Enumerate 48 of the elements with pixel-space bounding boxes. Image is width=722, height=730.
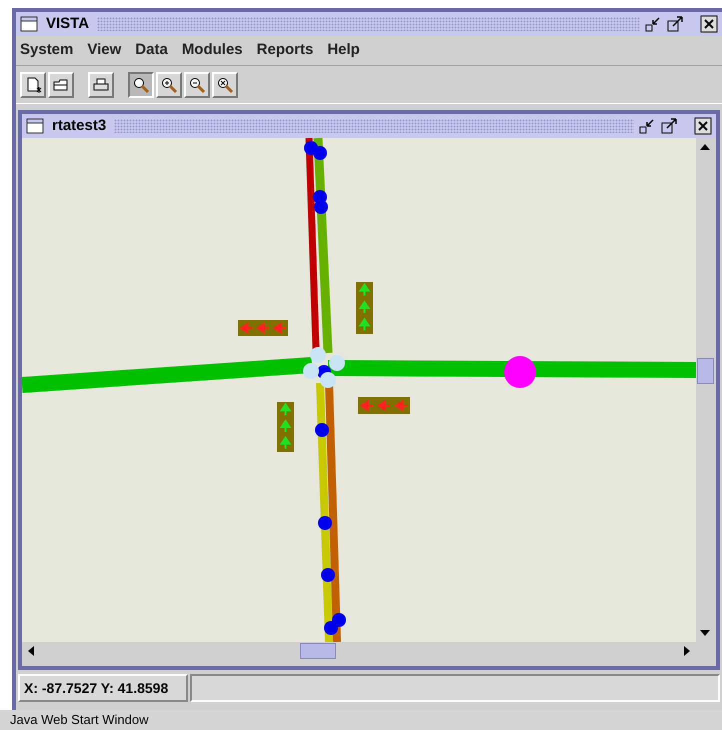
minimize-button[interactable]: [638, 117, 656, 135]
coordinates-readout: X: -87.7527 Y: 41.8598: [18, 674, 188, 702]
incident-marker: [504, 356, 536, 388]
maximize-button[interactable]: [666, 15, 684, 33]
detector-circle: [310, 347, 326, 363]
vehicle-dot: [318, 516, 332, 530]
window-title: rtatest3: [51, 116, 108, 136]
magnifier-icon: [132, 76, 150, 94]
signal-head: [277, 402, 294, 452]
minimize-icon: [638, 117, 656, 135]
menu-item[interactable]: View: [87, 39, 122, 62]
window-icon: [20, 16, 38, 32]
toolbar-button[interactable]: [128, 72, 154, 98]
menu-item[interactable]: Data: [135, 39, 168, 62]
close-icon: [694, 117, 712, 135]
close-icon: [700, 15, 718, 33]
signal-head: [358, 397, 410, 414]
zoom-reset-icon: [216, 76, 234, 94]
signal-head: [356, 282, 373, 334]
printer-icon: [92, 76, 110, 94]
vehicle-dot: [332, 613, 346, 627]
detector-circle: [320, 372, 336, 388]
window-icon: [26, 118, 44, 134]
window-title: VISTA: [45, 14, 90, 34]
maximize-icon: [660, 117, 678, 135]
vehicle-dot: [315, 423, 329, 437]
menu-item[interactable]: Help: [327, 39, 360, 62]
vehicle-dot: [313, 146, 327, 160]
close-button[interactable]: [694, 117, 712, 135]
footer-label: Java Web Start Window: [10, 711, 148, 730]
vehicle-dot: [321, 568, 335, 582]
vehicle-dot: [324, 621, 338, 635]
menu-item[interactable]: Modules: [182, 39, 243, 62]
scroll-thumb[interactable]: [697, 358, 714, 384]
zoom-in-icon: [160, 76, 178, 94]
signal-head: [238, 320, 288, 336]
zoom-out-icon: [188, 76, 206, 94]
detector-circle: [303, 363, 319, 379]
menu-item[interactable]: System: [20, 39, 74, 62]
minimize-icon: [644, 15, 662, 33]
minimize-button[interactable]: [644, 15, 662, 33]
maximize-button[interactable]: [660, 117, 678, 135]
menu-item[interactable]: Reports: [256, 39, 314, 62]
scroll-thumb[interactable]: [300, 643, 336, 659]
detector-circle: [329, 355, 345, 371]
close-button[interactable]: [700, 15, 718, 33]
vehicle-dot: [314, 200, 328, 214]
maximize-icon: [666, 15, 684, 33]
